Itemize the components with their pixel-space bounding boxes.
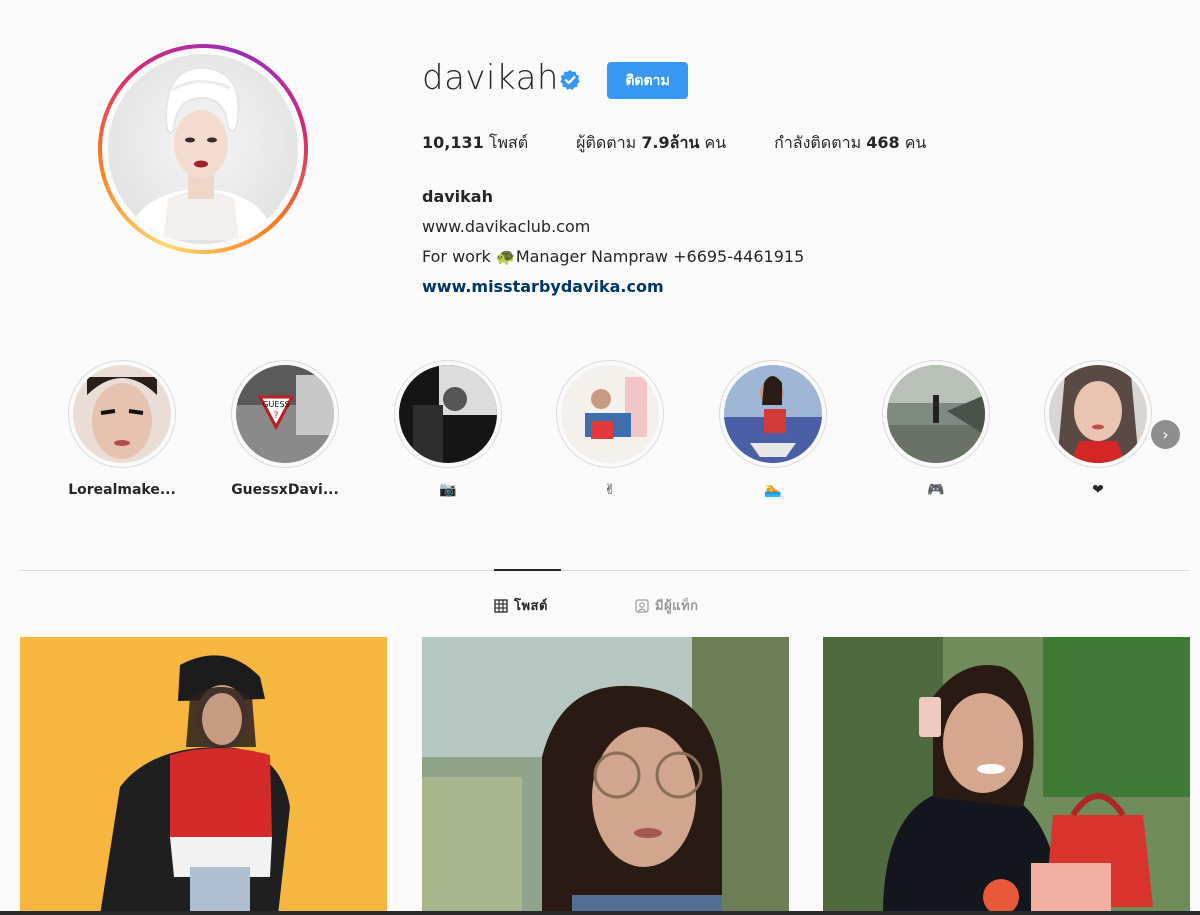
highlight-item[interactable]: GUESS ? GuessxDavi... [210, 360, 360, 502]
highlight-item[interactable]: 📷 [373, 360, 523, 502]
bio-line-website: www.davikaclub.com [422, 217, 591, 236]
tag-user-icon [635, 598, 649, 613]
story-highlights: Lorealmake... GUESS ? GuessxDavi... 📷 ✌ … [0, 360, 1200, 510]
tab-tagged[interactable]: มีผู้แท็ก [635, 595, 699, 616]
highlight-item[interactable]: ✌ [535, 360, 685, 502]
tab-posts-label: โพสต์ [514, 599, 548, 614]
stat-posts: 10,131 โพสต์ [422, 133, 529, 152]
chevron-right-icon[interactable]: › [1151, 420, 1180, 449]
active-tab-indicator [494, 569, 561, 571]
svg-text:GUESS: GUESS [262, 400, 289, 409]
bio-line-contact: For work 🐢Manager Nampraw +6695-4461915 [422, 247, 805, 266]
profile-bio: davikah www.davikaclub.com For work 🐢Man… [422, 182, 804, 302]
post-thumbnail[interactable] [422, 637, 789, 915]
post-thumbnail[interactable] [20, 637, 387, 915]
tabs-divider [20, 570, 1190, 571]
grid-icon [494, 598, 508, 613]
stat-following[interactable]: กำลังติดตาม 468 คน [774, 131, 926, 156]
highlight-label: ✌ [604, 482, 616, 498]
bio-name: davikah [422, 187, 493, 206]
tab-posts[interactable]: โพสต์ [494, 595, 548, 616]
bio-external-link[interactable]: www.misstarbydavika.com [422, 272, 804, 302]
profile-stats: 10,131 โพสต์ ผู้ติดตาม 7.9ล้าน คน กำลังต… [422, 131, 926, 156]
highlight-item[interactable]: Lorealmake... [47, 360, 197, 502]
highlight-label: Lorealmake... [68, 482, 176, 498]
tab-tagged-label: มีผู้แท็ก [655, 599, 699, 614]
highlight-label: 🏊 [764, 482, 782, 498]
svg-text:?: ? [274, 411, 279, 421]
verified-badge-icon [560, 69, 580, 90]
highlight-label: ❤ [1092, 482, 1104, 498]
stat-followers[interactable]: ผู้ติดตาม 7.9ล้าน คน [576, 131, 726, 156]
highlight-item[interactable]: 🎮 [861, 360, 1011, 502]
highlight-label: 🎮 [927, 482, 945, 498]
profile-username: davikah [422, 58, 559, 98]
highlight-label: 📷 [439, 482, 457, 498]
highlight-label: GuessxDavi... [231, 482, 339, 498]
follow-button[interactable]: ติดตาม [607, 62, 688, 99]
bottom-edge [0, 911, 1200, 915]
post-thumbnail[interactable] [823, 637, 1190, 915]
profile-avatar[interactable] [98, 44, 308, 254]
highlight-item[interactable]: 🏊 [698, 360, 848, 502]
